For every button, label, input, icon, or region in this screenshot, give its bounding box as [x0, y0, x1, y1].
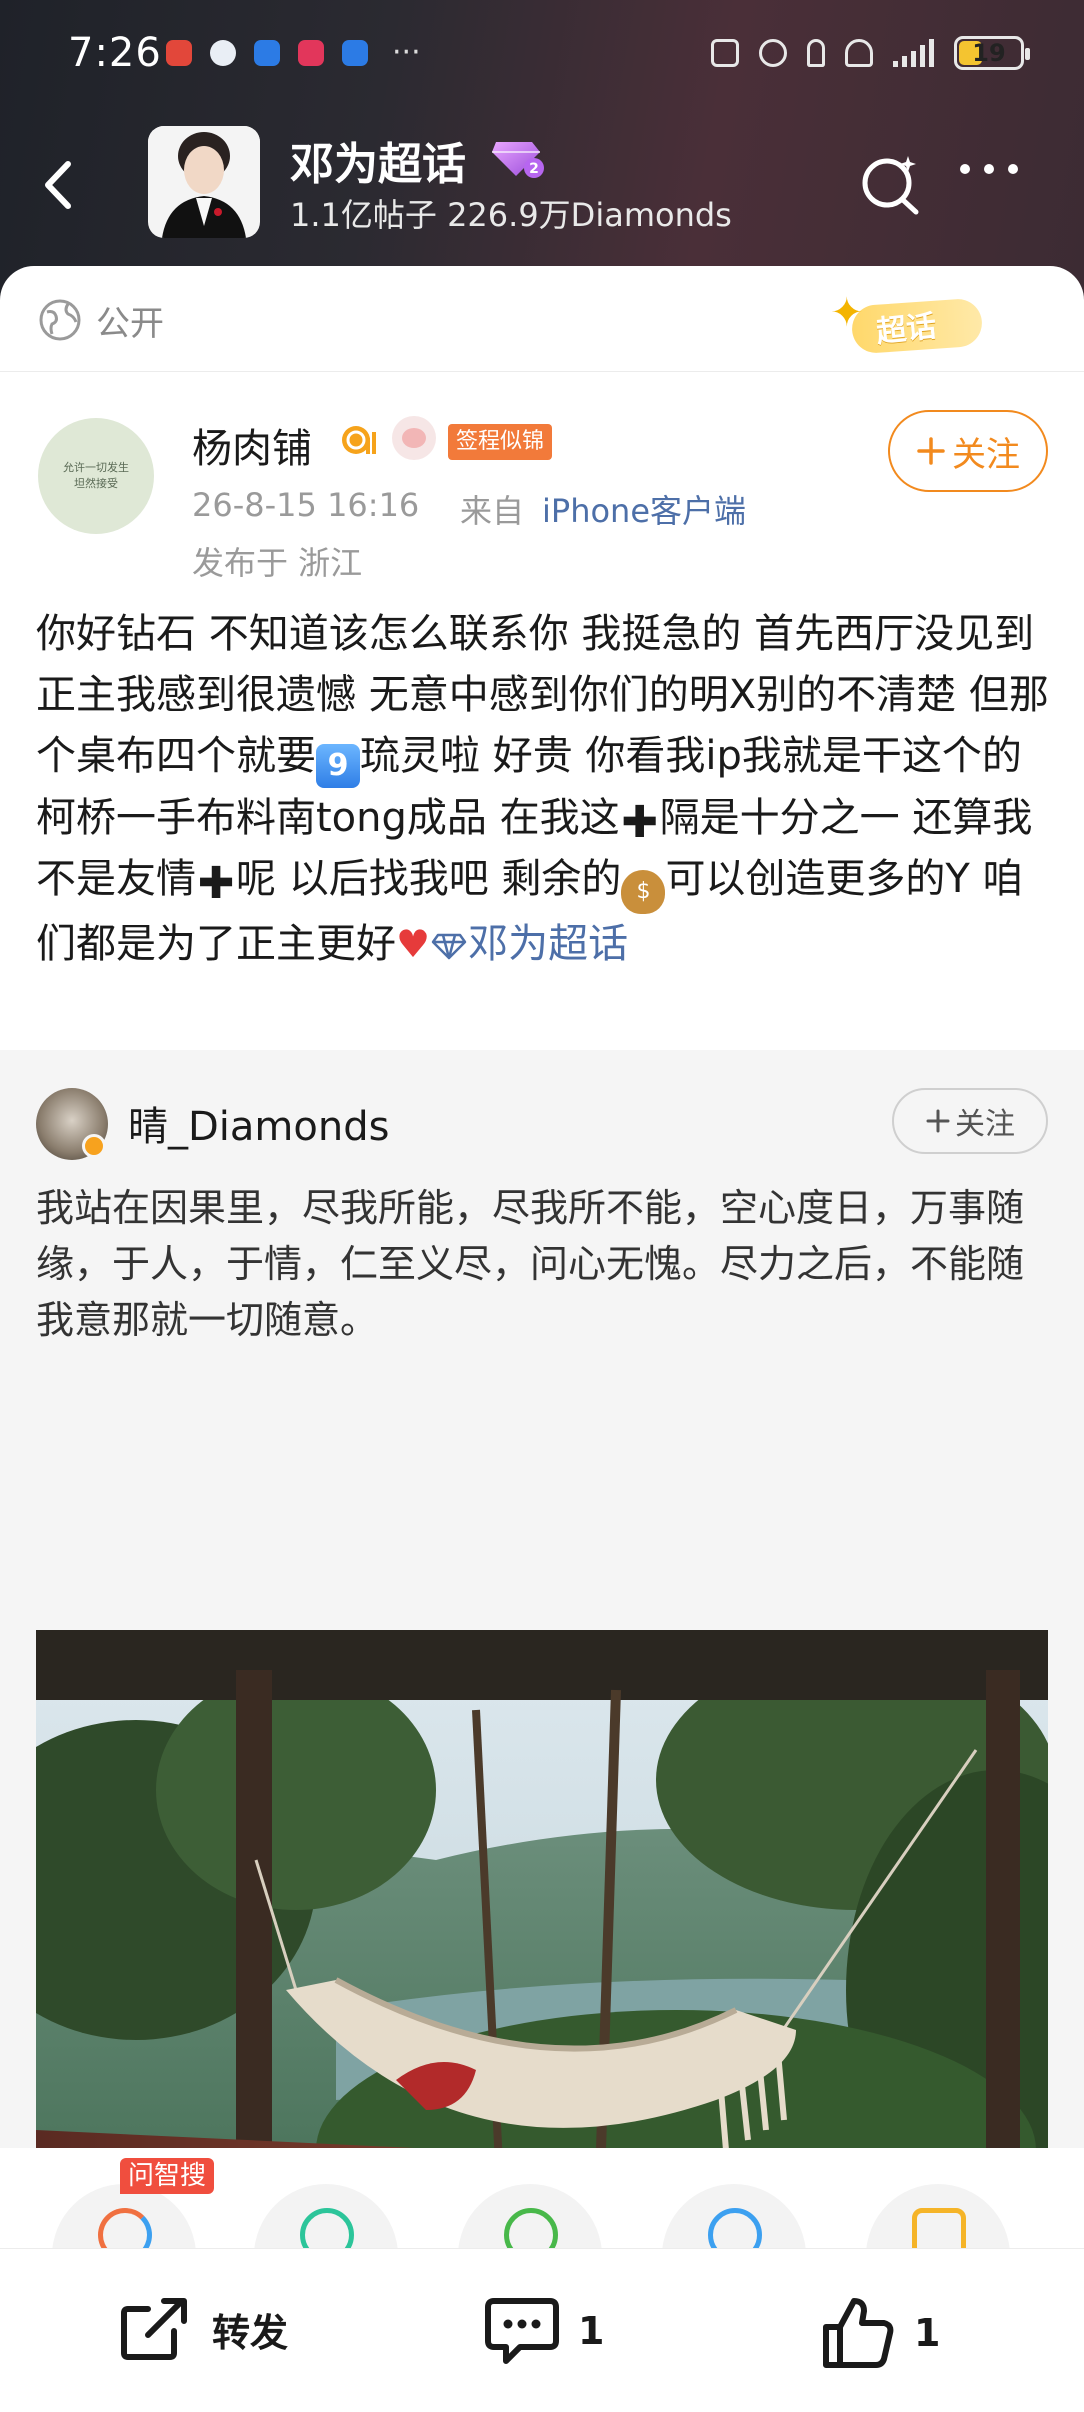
thumbs-up-icon [823, 2298, 894, 2368]
topic-title: 邓为超话 [290, 139, 466, 190]
status-time: 7:26 [68, 30, 162, 76]
diamond-topic-icon [431, 933, 467, 960]
more-icon[interactable] [960, 164, 1018, 174]
bottom-action-bar: 转发 1 1 [0, 2248, 1084, 2412]
user-level-icon [342, 426, 376, 454]
album-icon [912, 2208, 966, 2248]
battery-icon: 19 [954, 36, 1030, 70]
comment-button[interactable]: 1 [484, 2295, 604, 2367]
quoted-text: 我站在因果里，尽我所能，尽我所不能，空心度日，万事随缘，于人，于情，仁至义尽，问… [36, 1186, 1025, 1342]
plus-emoji: ✚ [197, 858, 235, 909]
money-bag-emoji: $ [621, 870, 666, 914]
topic-stats: 1.1亿帖子 226.9万Diamonds [290, 196, 732, 234]
verified-badge-icon [82, 1134, 106, 1158]
follow-button-label: 关注 [952, 434, 1020, 475]
topic-link[interactable]: 邓为超话 [430, 921, 628, 967]
post-card: 公开 ✦ 超话 允许一切发生 坦然接受 杨肉铺 签程似锦 26-8-15 16:… [0, 266, 1084, 2412]
more-notifications-icon: ··· [392, 35, 421, 70]
app-notification-icon [342, 40, 368, 66]
chaohua-badge[interactable]: ✦ 超话 [830, 290, 998, 356]
repost-button[interactable]: 转发 [118, 2295, 288, 2363]
like-count: 1 [914, 2311, 941, 2355]
notification-icons: ··· [166, 35, 421, 70]
back-arrow-icon[interactable] [30, 150, 90, 220]
svg-text:2: 2 [529, 161, 539, 177]
app-notification-icon [254, 40, 280, 66]
author-name[interactable]: 杨肉铺 [192, 416, 312, 474]
app-notification-icon [166, 40, 192, 66]
nfc-icon [711, 39, 739, 67]
mute-icon [845, 39, 873, 67]
bluetooth-icon [807, 39, 825, 67]
post-time: 26-8-15 16:16 [192, 486, 420, 524]
battery-level: 19 [972, 39, 1006, 67]
status-bar: 7:26 ··· 19 [0, 0, 1084, 110]
app-notification-icon [210, 40, 236, 66]
post-text-part: 呢 以后找我吧 剩余的 [236, 856, 622, 902]
screen: 7:26 ··· 19 邓为超话 2 1.1亿帖子 226.9万Diamonds… [0, 0, 1084, 2412]
plus-icon [926, 1109, 950, 1133]
chaohua-badge-label: 超话 [874, 308, 939, 351]
author-avatar-text: 允许一切发生 坦然接受 [63, 461, 129, 490]
comment-icon [485, 2298, 559, 2364]
diamond-level-icon: 2 [492, 142, 544, 178]
ai-search-tag: 问智搜 [120, 2158, 215, 2194]
top-bar: 邓为超话 2 1.1亿帖子 226.9万Diamonds [0, 120, 1084, 250]
topic-avatar[interactable] [148, 126, 260, 238]
repost-icon [121, 2298, 187, 2360]
source-prefix: 来自 [460, 492, 525, 530]
topic-link-label: 邓为超话 [468, 921, 629, 967]
globe-icon [39, 299, 81, 341]
author-avatar[interactable]: 允许一切发生 坦然接受 [38, 418, 154, 534]
app-notification-icon [298, 40, 324, 66]
comment-count: 1 [578, 2309, 605, 2353]
alarm-icon [759, 39, 787, 67]
quoted-author-name[interactable]: 晴_Diamonds [128, 1094, 389, 1152]
post-location: 发布于 浙江 [192, 544, 363, 582]
search-icon[interactable] [856, 150, 926, 220]
quoted-follow-button[interactable]: 关注 [892, 1088, 1048, 1154]
repost-label: 转发 [212, 2310, 289, 2355]
visibility-label: 公开 [96, 304, 164, 344]
source-client[interactable]: iPhone客户端 [542, 486, 746, 532]
red-heart-emoji: ♥ [396, 922, 431, 966]
like-button[interactable]: 1 [820, 2295, 940, 2371]
plus-emoji: ✚ [621, 797, 659, 848]
post-body: 你好钻石 不知道该怎么联系你 我挺急的 首先西厅没见到正主我感到很遗憾 无意中感… [36, 604, 1052, 975]
signal-icon [893, 39, 934, 67]
follow-button[interactable]: 关注 [888, 410, 1048, 492]
keycap-nine-emoji: 9 [316, 744, 360, 788]
user-tag: 签程似锦 [448, 424, 553, 460]
visibility-row: 公开 ✦ 超话 [0, 266, 1084, 372]
status-indicators: 19 [711, 36, 1030, 70]
related-shortcuts: 问智搜 [0, 2148, 1084, 2248]
plus-icon [917, 437, 945, 465]
quoted-follow-label: 关注 [955, 1107, 1015, 1142]
decoration-badge-icon [392, 416, 436, 460]
star-icon: ✦ [830, 290, 864, 336]
